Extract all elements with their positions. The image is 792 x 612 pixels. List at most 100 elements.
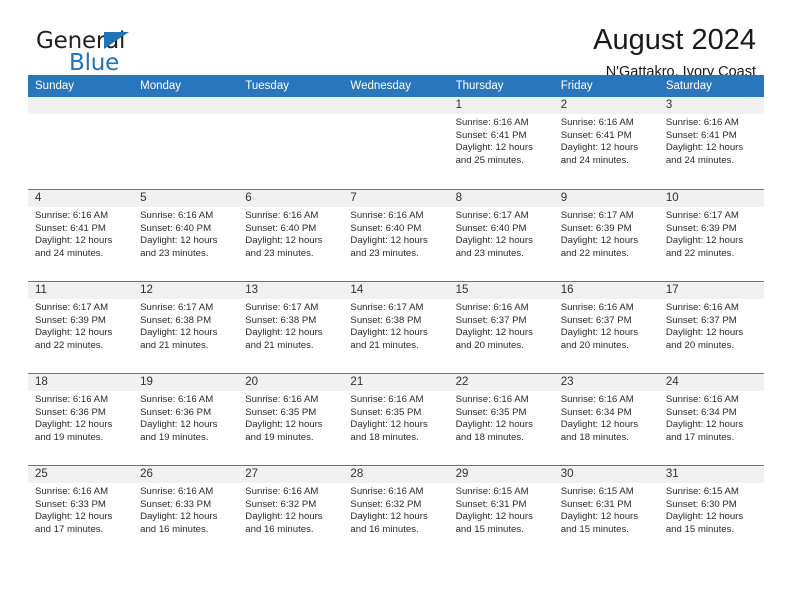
daylight-text-line1: Daylight: 12 hours (140, 419, 218, 431)
sunset-text: Sunset: 6:40 PM (455, 222, 527, 234)
daylight-text-line1: Daylight: 12 hours (35, 511, 113, 523)
day-cell[interactable]: 7 Sunrise: 6:16 AM Sunset: 6:40 PM Daylight… (343, 190, 448, 281)
day-cell[interactable]: 30 Sunrise: 6:15 AM Sunset: 6:31 PM Dayligh… (554, 466, 659, 557)
day-number: 23 (560, 376, 574, 388)
sunrise-text: Sunrise: 6:16 AM (350, 210, 424, 221)
weekday-header-monday: Monday (140, 80, 182, 92)
day-cell[interactable]: 8 Sunrise: 6:17 AM Sunset: 6:40 PM Daylight… (449, 190, 554, 281)
daylight-text-line2: and 18 minutes. (560, 431, 629, 443)
daylight-text-line2: and 16 minutes. (245, 523, 314, 535)
day-cell[interactable]: 14 Sunrise: 6:17 AM Sunset: 6:38 PM Dayligh… (343, 282, 448, 373)
day-sun-info: Sunrise: 6:17 AM Sunset: 6:38 PM Daylight:… (140, 302, 234, 352)
daylight-text-line2: and 25 minutes. (455, 154, 524, 166)
daylight-text-line2: and 22 minutes. (560, 247, 629, 259)
day-cell[interactable]: 25 Sunrise: 6:16 AM Sunset: 6:33 PM Dayligh… (28, 466, 133, 557)
sunrise-text: Sunrise: 6:16 AM (560, 117, 634, 128)
day-cell[interactable]: 17 Sunrise: 6:16 AM Sunset: 6:37 PM Dayligh… (659, 282, 764, 373)
day-sun-info: Sunrise: 6:16 AM Sunset: 6:37 PM Daylight:… (666, 302, 760, 352)
daylight-text-line2: and 24 minutes. (35, 247, 104, 259)
daylight-text-line1: Daylight: 12 hours (560, 327, 639, 339)
weekday-header-friday: Friday (560, 80, 593, 92)
day-number: 21 (350, 376, 364, 388)
day-cell[interactable]: 10 Sunrise: 6:17 AM Sunset: 6:39 PM Dayligh… (659, 190, 764, 281)
daylight-text-line1: Daylight: 12 hours (455, 235, 533, 247)
sunrise-text: Sunrise: 6:16 AM (455, 394, 529, 405)
sunrise-text: Sunrise: 6:17 AM (35, 302, 109, 313)
day-cell[interactable]: 20 Sunrise: 6:16 AM Sunset: 6:35 PM Dayligh… (238, 374, 343, 465)
sunrise-text: Sunrise: 6:16 AM (455, 117, 529, 128)
sunrise-text: Sunrise: 6:17 AM (245, 302, 319, 313)
sunrise-text: Sunrise: 6:17 AM (350, 302, 424, 313)
day-cell[interactable]: 11 Sunrise: 6:17 AM Sunset: 6:39 PM Dayligh… (28, 282, 133, 373)
daylight-text-line1: Daylight: 12 hours (35, 235, 113, 247)
calendar-week-row: 4 Sunrise: 6:16 AM Sunset: 6:41 PM Daylight… (28, 189, 764, 281)
day-cell[interactable]: 18 Sunrise: 6:16 AM Sunset: 6:36 PM Dayligh… (28, 374, 133, 465)
day-cell[interactable]: 9 Sunrise: 6:17 AM Sunset: 6:39 PM Daylight… (554, 190, 659, 281)
daylight-text-line2: and 19 minutes. (245, 431, 314, 443)
sunset-text: Sunset: 6:31 PM (455, 498, 527, 510)
daylight-text-line2: and 22 minutes. (35, 339, 104, 351)
day-sun-info: Sunrise: 6:16 AM Sunset: 6:32 PM Daylight:… (350, 486, 444, 536)
day-cell[interactable]: 15 Sunrise: 6:16 AM Sunset: 6:37 PM Dayligh… (449, 282, 554, 373)
daylight-text-line2: and 20 minutes. (560, 339, 629, 351)
day-sun-info: Sunrise: 6:16 AM Sunset: 6:34 PM Daylight:… (561, 394, 655, 444)
sunset-text: Sunset: 6:41 PM (35, 222, 106, 234)
day-cell[interactable]: 27 Sunrise: 6:16 AM Sunset: 6:32 PM Dayligh… (238, 466, 343, 557)
day-cell[interactable]: 16 Sunrise: 6:16 AM Sunset: 6:37 PM Dayligh… (554, 282, 659, 373)
sunrise-text: Sunrise: 6:16 AM (350, 394, 424, 405)
logo-text-blue: Blue (69, 50, 120, 76)
daylight-text-line1: Daylight: 12 hours (455, 327, 533, 339)
day-sun-info: Sunrise: 6:16 AM Sunset: 6:32 PM Daylight:… (245, 486, 339, 536)
daylight-text-line2: and 23 minutes. (350, 247, 419, 259)
generalblue-logo[interactable]: General Blue (36, 28, 186, 80)
sunset-text: Sunset: 6:41 PM (455, 129, 527, 141)
masthead: General Blue August 2024 N'Gattakro, Ivo… (28, 0, 764, 80)
daylight-text-line2: and 15 minutes. (560, 523, 629, 535)
day-cell[interactable]: 31 Sunrise: 6:15 AM Sunset: 6:30 PM Dayligh… (659, 466, 764, 557)
day-cell[interactable]: 5 Sunrise: 6:16 AM Sunset: 6:40 PM Daylight… (133, 190, 238, 281)
day-cell[interactable]: 24 Sunrise: 6:16 AM Sunset: 6:34 PM Dayligh… (659, 374, 764, 465)
calendar-grid: Sunday Monday Tuesday Wednesday Thursday… (28, 75, 764, 557)
sunset-text: Sunset: 6:40 PM (140, 222, 212, 234)
sunrise-text: Sunrise: 6:16 AM (35, 210, 109, 221)
day-number: 25 (35, 468, 48, 480)
day-cell[interactable]: 4 Sunrise: 6:16 AM Sunset: 6:41 PM Daylight… (28, 190, 133, 281)
calendar-week-row: 18 Sunrise: 6:16 AM Sunset: 6:36 PM Dayligh… (28, 373, 764, 465)
sunset-text: Sunset: 6:36 PM (140, 406, 212, 418)
day-number: 11 (35, 284, 47, 296)
sunset-text: Sunset: 6:34 PM (665, 406, 737, 418)
day-cell[interactable]: 12 Sunrise: 6:17 AM Sunset: 6:38 PM Dayligh… (133, 282, 238, 373)
sunset-text: Sunset: 6:33 PM (140, 498, 212, 510)
daylight-text-line1: Daylight: 12 hours (560, 511, 639, 523)
daylight-text-line1: Daylight: 12 hours (350, 419, 428, 431)
sunrise-text: Sunrise: 6:16 AM (140, 394, 214, 405)
daylight-text-line1: Daylight: 12 hours (665, 235, 744, 247)
day-sun-info: Sunrise: 6:15 AM Sunset: 6:31 PM Daylight:… (561, 486, 655, 536)
daylight-text-line1: Daylight: 12 hours (350, 235, 428, 247)
sunset-text: Sunset: 6:32 PM (245, 498, 317, 510)
day-cell[interactable]: 3 Sunrise: 6:16 AM Sunset: 6:41 PM Daylight… (659, 97, 764, 189)
calendar-week-row: 11 Sunrise: 6:17 AM Sunset: 6:39 PM Dayligh… (28, 281, 764, 373)
day-sun-info: Sunrise: 6:17 AM Sunset: 6:39 PM Daylight:… (35, 302, 129, 352)
day-cell[interactable]: 21 Sunrise: 6:16 AM Sunset: 6:35 PM Dayligh… (343, 374, 448, 465)
day-cell[interactable]: 13 Sunrise: 6:17 AM Sunset: 6:38 PM Dayligh… (238, 282, 343, 373)
day-cell[interactable]: 28 Sunrise: 6:16 AM Sunset: 6:32 PM Dayligh… (343, 466, 448, 557)
day-cell[interactable]: 2 Sunrise: 6:16 AM Sunset: 6:41 PM Daylight… (554, 97, 659, 189)
daylight-text-line2: and 17 minutes. (35, 523, 104, 535)
day-cell[interactable]: 19 Sunrise: 6:16 AM Sunset: 6:36 PM Dayligh… (133, 374, 238, 465)
day-cell[interactable]: 1 Sunrise: 6:16 AM Sunset: 6:41 PM Daylight… (449, 97, 554, 189)
daylight-text-line2: and 23 minutes. (140, 247, 209, 259)
day-cell[interactable]: 29 Sunrise: 6:15 AM Sunset: 6:31 PM Dayligh… (449, 466, 554, 557)
sunrise-text: Sunrise: 6:16 AM (665, 394, 739, 405)
weekday-header-sunday: Sunday (35, 80, 75, 92)
day-cell[interactable]: 26 Sunrise: 6:16 AM Sunset: 6:33 PM Dayligh… (133, 466, 238, 557)
day-number: 6 (245, 192, 252, 204)
day-cell[interactable]: 6 Sunrise: 6:16 AM Sunset: 6:40 PM Daylight… (238, 190, 343, 281)
daylight-text-line2: and 18 minutes. (350, 431, 419, 443)
day-cell-group: 25 Sunrise: 6:16 AM Sunset: 6:33 PM Dayligh… (28, 466, 764, 557)
day-cell[interactable]: 22 Sunrise: 6:16 AM Sunset: 6:35 PM Dayligh… (449, 374, 554, 465)
day-sun-info: Sunrise: 6:17 AM Sunset: 6:40 PM Daylight:… (456, 210, 550, 260)
day-sun-info: Sunrise: 6:16 AM Sunset: 6:41 PM Daylight:… (561, 117, 655, 167)
day-cell[interactable]: 23 Sunrise: 6:16 AM Sunset: 6:34 PM Dayligh… (554, 374, 659, 465)
day-number: 7 (350, 192, 357, 204)
